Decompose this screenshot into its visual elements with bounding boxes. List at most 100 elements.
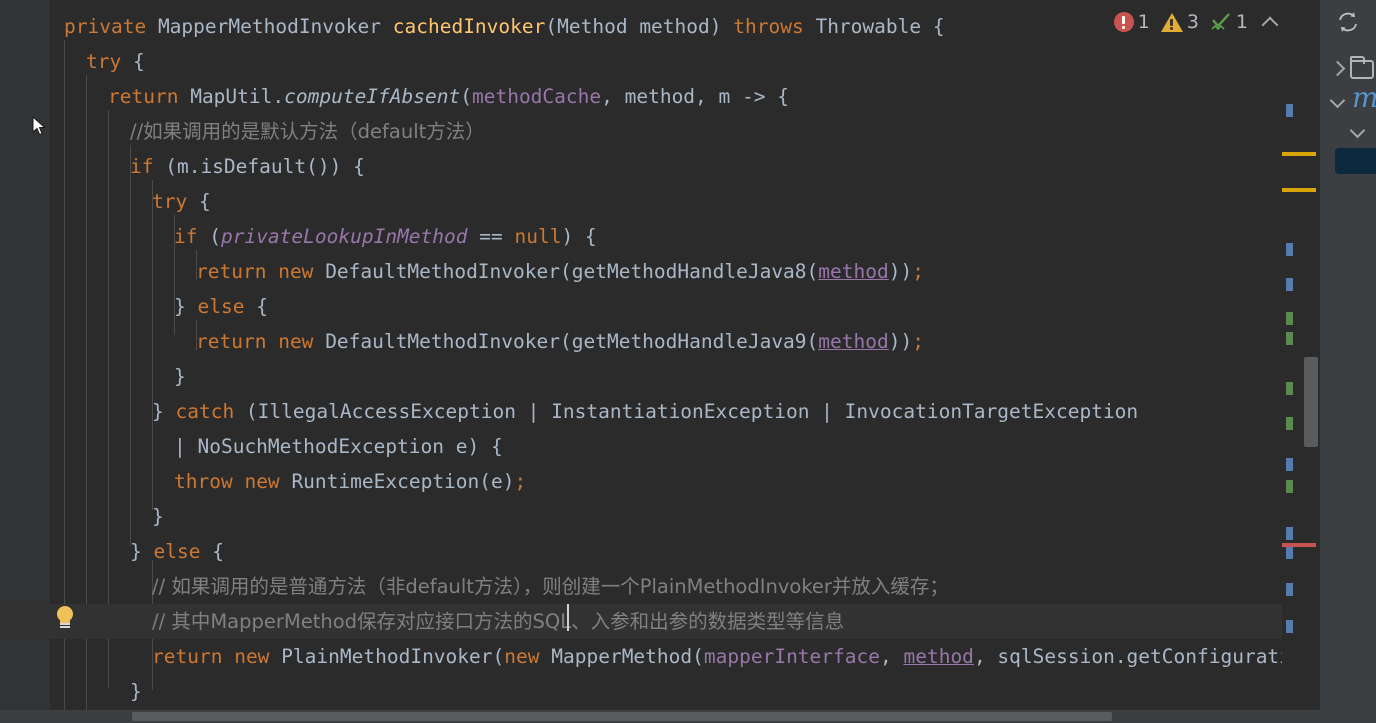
token-kw: if bbox=[130, 155, 154, 178]
stripe-mark-green[interactable] bbox=[1286, 382, 1293, 395]
stripe-mark-green[interactable] bbox=[1286, 312, 1293, 325]
tree-row-child[interactable] bbox=[1320, 112, 1376, 148]
code-line[interactable]: // 其中MapperMethod保存对应接口方法的SQL、入参和出参的数据类型… bbox=[0, 604, 1320, 639]
stripe-mark-error[interactable] bbox=[1282, 543, 1316, 547]
token-kw: throw bbox=[174, 470, 233, 493]
horizontal-scrollbar[interactable] bbox=[0, 710, 1320, 723]
token-semi: ; bbox=[912, 260, 924, 283]
token-paramu: method bbox=[903, 645, 974, 668]
code-line[interactable]: } else { bbox=[0, 534, 1320, 569]
token-comment: // 如果调用的是普通方法（非default方法），则创建一个PlainMeth… bbox=[152, 575, 949, 598]
chevron-right-icon[interactable] bbox=[1328, 59, 1346, 77]
code-line[interactable]: } catch (IllegalAccessException | Instan… bbox=[0, 394, 1320, 429]
token-kw: try bbox=[152, 190, 188, 213]
token-type: Method bbox=[557, 15, 628, 38]
token-semi: ; bbox=[912, 330, 924, 353]
code-line-text: } catch (IllegalAccessException | Instan… bbox=[0, 394, 1138, 429]
stripe-mark-blue[interactable] bbox=[1286, 620, 1293, 633]
intention-bulb-icon[interactable] bbox=[55, 606, 75, 630]
stripe-mark-green[interactable] bbox=[1286, 417, 1293, 430]
code-line[interactable]: return new DefaultMethodInvoker(getMetho… bbox=[0, 254, 1320, 289]
stripe-mark-blue[interactable] bbox=[1286, 458, 1293, 471]
token-kw: new bbox=[504, 645, 540, 668]
token-kw: null bbox=[514, 225, 562, 248]
error-group[interactable]: 1 bbox=[1113, 11, 1150, 33]
token-punc: } bbox=[130, 680, 142, 703]
code-line[interactable]: } bbox=[0, 359, 1320, 394]
code-line[interactable]: return new PlainMethodInvoker(new Mapper… bbox=[0, 639, 1320, 674]
code-line[interactable]: if (m.isDefault()) { bbox=[0, 149, 1320, 184]
code-line-text: throw new RuntimeException(e); bbox=[0, 464, 526, 499]
warning-group[interactable]: 3 bbox=[1160, 11, 1199, 33]
module-label: m bbox=[1352, 81, 1376, 114]
stripe-mark-blue[interactable] bbox=[1286, 278, 1293, 291]
code-line[interactable]: | NoSuchMethodException e) { bbox=[0, 429, 1320, 464]
token-punc: , method, m -> { bbox=[601, 85, 789, 108]
token-punc: ( bbox=[545, 15, 558, 38]
code-line[interactable]: } bbox=[0, 499, 1320, 534]
stripe-mark-yellow[interactable] bbox=[1282, 188, 1316, 192]
token-punc: ( bbox=[492, 645, 505, 668]
code-line[interactable]: return MapUtil.computeIfAbsent(methodCac… bbox=[0, 79, 1320, 114]
inspection-widget[interactable]: 1 3 1 bbox=[1113, 7, 1306, 37]
token-paramu: method bbox=[818, 330, 889, 353]
code-line[interactable]: } else { bbox=[0, 289, 1320, 324]
stripe-mark-blue[interactable] bbox=[1286, 104, 1293, 117]
tree-row-selected[interactable] bbox=[1335, 148, 1376, 174]
token-punc: { bbox=[121, 50, 145, 73]
stripe-mark-green[interactable] bbox=[1286, 480, 1293, 493]
stripe-mark-yellow[interactable] bbox=[1282, 152, 1316, 156]
ok-count: 1 bbox=[1235, 11, 1248, 33]
stripe-mark-blue[interactable] bbox=[1286, 546, 1293, 559]
token-punc: ) bbox=[709, 15, 734, 38]
code-line-text: } else { bbox=[0, 289, 268, 324]
code-line[interactable]: return new DefaultMethodInvoker(getMetho… bbox=[0, 324, 1320, 359]
token-punc: (getMethodHandleJava8( bbox=[560, 260, 819, 283]
stripe-mark-blue[interactable] bbox=[1286, 583, 1293, 596]
error-stripe[interactable] bbox=[1282, 0, 1320, 723]
stripe-mark-blue[interactable] bbox=[1286, 527, 1293, 540]
token-type: DefaultMethodInvoker bbox=[325, 330, 560, 353]
code-line[interactable]: throw new RuntimeException(e); bbox=[0, 464, 1320, 499]
token-type: DefaultMethodInvoker bbox=[325, 260, 560, 283]
token-punc: ( bbox=[460, 85, 472, 108]
code-line[interactable]: if (privateLookupInMethod == null) { bbox=[0, 219, 1320, 254]
project-tool-panel[interactable]: m bbox=[1320, 0, 1376, 723]
stripe-mark-green[interactable] bbox=[1286, 332, 1293, 345]
token-punc: (m.isDefault()) { bbox=[153, 155, 365, 178]
chevron-down-icon-2[interactable] bbox=[1348, 121, 1366, 139]
horizontal-scrollbar-thumb[interactable] bbox=[132, 712, 1112, 721]
vertical-scrollbar-thumb[interactable] bbox=[1304, 357, 1318, 447]
token-punc: } bbox=[174, 365, 186, 388]
code-line[interactable]: try { bbox=[0, 184, 1320, 219]
code-line[interactable]: // 如果调用的是普通方法（非default方法），则创建一个PlainMeth… bbox=[0, 569, 1320, 604]
token-kw: new bbox=[278, 330, 314, 353]
code-line[interactable]: } bbox=[0, 674, 1320, 709]
code-line[interactable]: try { bbox=[0, 44, 1320, 79]
chevron-down-icon[interactable] bbox=[1328, 91, 1346, 109]
token-punc: )) bbox=[888, 260, 913, 283]
stripe-mark-blue[interactable] bbox=[1286, 243, 1293, 256]
previous-problem-icon[interactable] bbox=[1259, 11, 1281, 33]
code-line[interactable]: //如果调用的是默认方法（default方法） bbox=[0, 114, 1320, 149]
code-line-text: return new DefaultMethodInvoker(getMetho… bbox=[0, 324, 924, 359]
token-param: method bbox=[627, 15, 710, 38]
code-content[interactable]: private MapperMethodInvoker cachedInvoke… bbox=[0, 0, 1320, 723]
token-kw: else bbox=[153, 540, 201, 563]
code-editor[interactable]: private MapperMethodInvoker cachedInvoke… bbox=[0, 0, 1320, 723]
text-caret bbox=[567, 604, 569, 631]
token-kw: private bbox=[64, 15, 147, 38]
ok-group[interactable]: 1 bbox=[1210, 11, 1248, 33]
refresh-sync-icon[interactable] bbox=[1334, 8, 1362, 36]
token-type: Throwable bbox=[815, 15, 922, 38]
token-kw: throws bbox=[733, 15, 804, 38]
token-kw: else bbox=[197, 295, 245, 318]
token-punc: { bbox=[244, 295, 268, 318]
